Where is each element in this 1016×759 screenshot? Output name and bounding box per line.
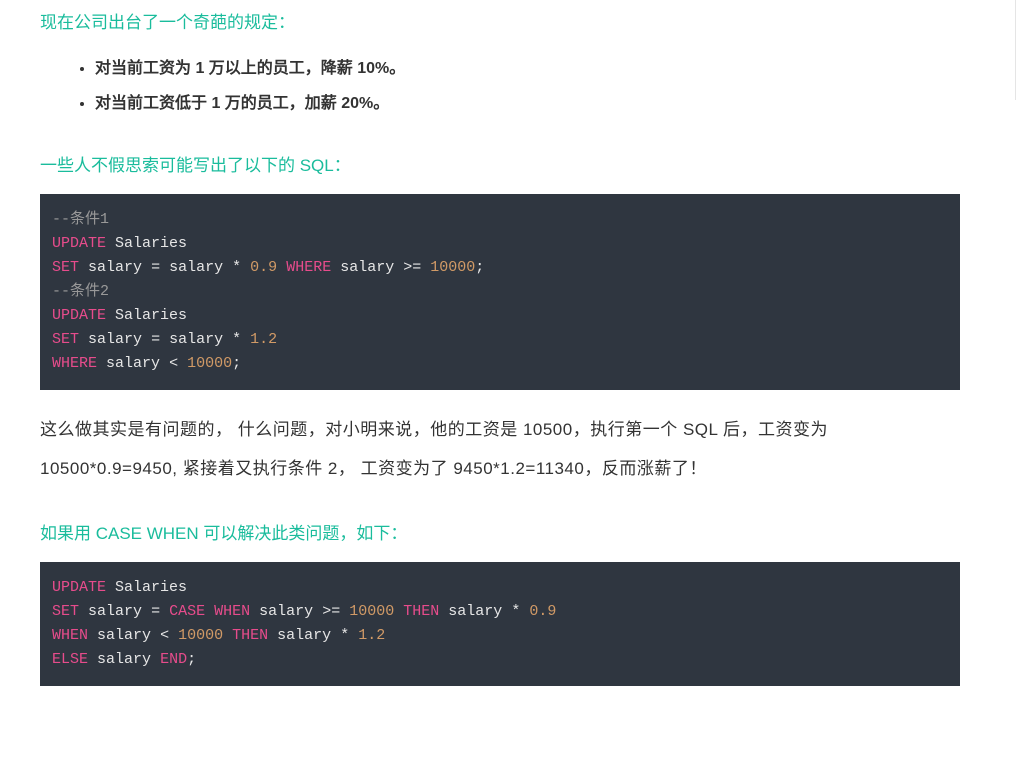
number-literal: 1.2 [250, 331, 277, 348]
identifier: salary [97, 627, 151, 644]
identifier: salary [259, 603, 313, 620]
keyword-when: WHEN [52, 627, 88, 644]
keyword-else: ELSE [52, 651, 88, 668]
identifier: Salaries [115, 235, 187, 252]
keyword-set: SET [52, 603, 79, 620]
identifier: salary [169, 259, 223, 276]
number-literal: 10000 [430, 259, 475, 276]
identifier: salary [97, 651, 151, 668]
number-literal: 10000 [187, 355, 232, 372]
identifier: Salaries [115, 307, 187, 324]
number-literal: 10000 [349, 603, 394, 620]
operator: = [151, 331, 160, 348]
operator: * [232, 331, 241, 348]
code-block-1: --条件1 UPDATE Salaries SET salary = salar… [40, 194, 960, 390]
code-comment: --条件2 [52, 283, 109, 300]
section-heading-1: 一些人不假思索可能写出了以下的 SQL： [40, 151, 960, 176]
keyword-set: SET [52, 331, 79, 348]
keyword-when: WHEN [214, 603, 250, 620]
operator: >= [322, 603, 340, 620]
semicolon: ; [187, 651, 196, 668]
operator: * [340, 627, 349, 644]
semicolon: ; [232, 355, 241, 372]
rules-list: 对当前工资为 1 万以上的员工，降薪 10%。 对当前工资低于 1 万的员工，加… [40, 51, 960, 121]
list-item: 对当前工资低于 1 万的员工，加薪 20%。 [95, 86, 960, 121]
identifier: salary [106, 355, 160, 372]
semicolon: ; [475, 259, 484, 276]
article-content: 现在公司出台了一个奇葩的规定： 对当前工资为 1 万以上的员工，降薪 10%。 … [0, 8, 1000, 686]
keyword-end: END [160, 651, 187, 668]
operator: * [511, 603, 520, 620]
operator: = [151, 259, 160, 276]
list-item: 对当前工资为 1 万以上的员工，降薪 10%。 [95, 51, 960, 86]
identifier: Salaries [115, 579, 187, 596]
identifier: salary [169, 331, 223, 348]
identifier: salary [88, 259, 142, 276]
keyword-case: CASE [169, 603, 205, 620]
operator: < [169, 355, 178, 372]
explanation-paragraph: 这么做其实是有问题的， 什么问题，对小明来说，他的工资是 10500，执行第一个… [40, 410, 960, 488]
operator: < [160, 627, 169, 644]
operator: * [232, 259, 241, 276]
identifier: salary [88, 603, 142, 620]
section-heading-2: 如果用 CASE WHEN 可以解决此类问题，如下： [40, 519, 960, 544]
keyword-update: UPDATE [52, 307, 106, 324]
number-literal: 0.9 [529, 603, 556, 620]
intro-text: 现在公司出台了一个奇葩的规定： [40, 8, 960, 33]
identifier: salary [340, 259, 394, 276]
code-block-2: UPDATE Salaries SET salary = CASE WHEN s… [40, 562, 960, 686]
number-literal: 0.9 [250, 259, 277, 276]
keyword-where: WHERE [286, 259, 331, 276]
identifier: salary [88, 331, 142, 348]
keyword-set: SET [52, 259, 79, 276]
number-literal: 10000 [178, 627, 223, 644]
keyword-then: THEN [232, 627, 268, 644]
operator: = [151, 603, 160, 620]
number-literal: 1.2 [358, 627, 385, 644]
identifier: salary [448, 603, 502, 620]
keyword-then: THEN [403, 603, 439, 620]
keyword-update: UPDATE [52, 235, 106, 252]
operator: >= [403, 259, 421, 276]
code-comment: --条件1 [52, 211, 109, 228]
identifier: salary [277, 627, 331, 644]
keyword-where: WHERE [52, 355, 97, 372]
keyword-update: UPDATE [52, 579, 106, 596]
